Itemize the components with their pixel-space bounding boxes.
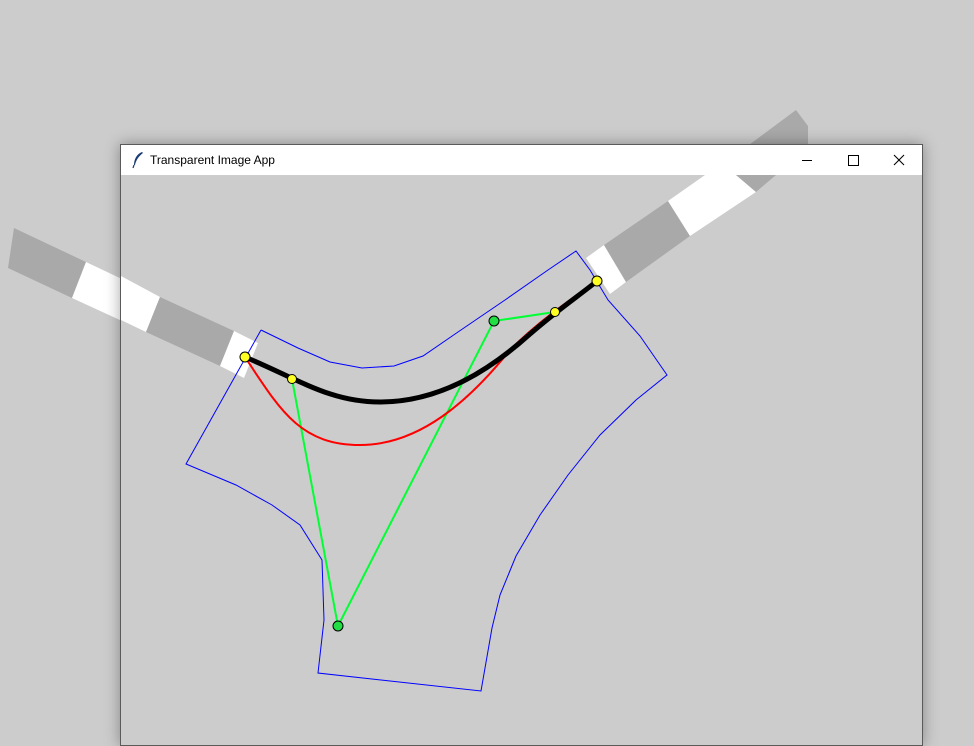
maximize-button[interactable] bbox=[830, 145, 876, 175]
close-button[interactable] bbox=[876, 145, 922, 175]
minimize-button[interactable] bbox=[784, 145, 830, 175]
left-road-segment bbox=[8, 228, 86, 298]
window-title: Transparent Image App bbox=[150, 153, 275, 167]
feather-icon bbox=[131, 151, 145, 169]
app-window: Transparent Image App bbox=[120, 144, 923, 746]
title-bar[interactable]: Transparent Image App bbox=[121, 145, 922, 175]
maximize-icon bbox=[848, 155, 859, 166]
drawing-canvas[interactable] bbox=[121, 175, 922, 745]
minimize-icon bbox=[802, 160, 812, 161]
close-icon bbox=[893, 154, 905, 166]
